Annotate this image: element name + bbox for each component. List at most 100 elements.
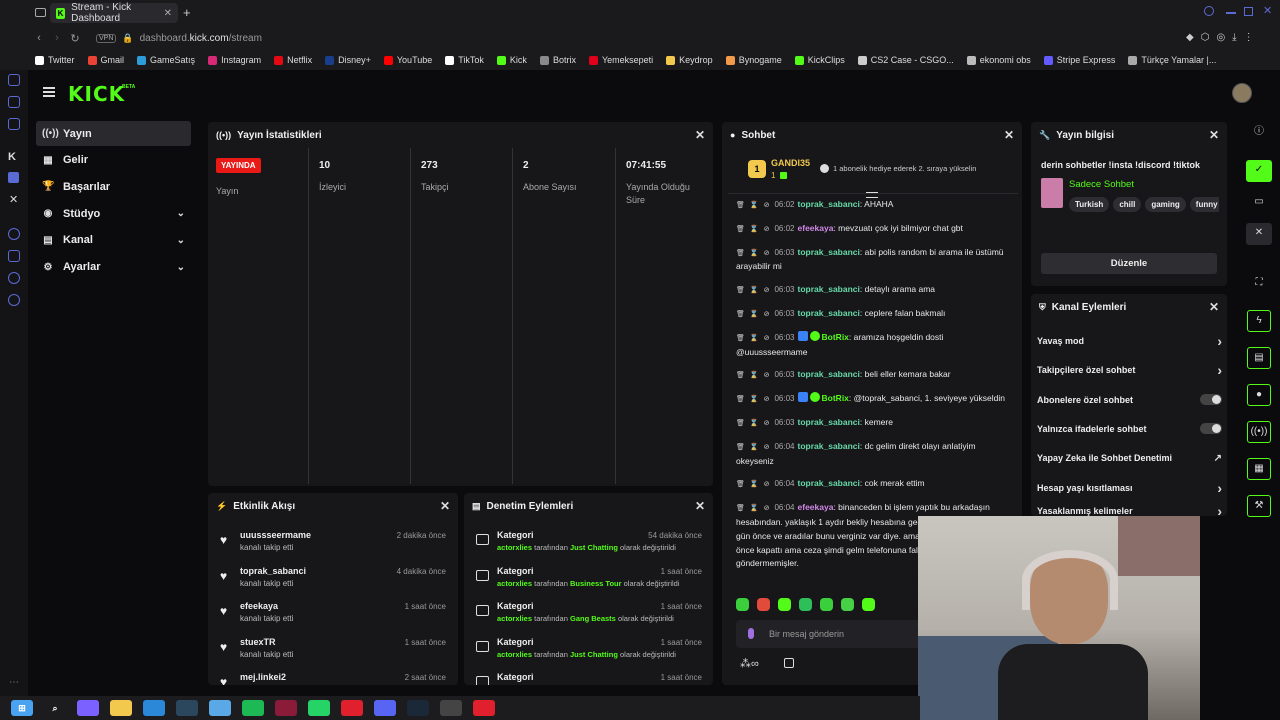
chat-username[interactable]: toprak_sabanci <box>798 369 860 379</box>
chevron-down-icon[interactable]: ⌄ <box>177 235 185 246</box>
tag-chip[interactable]: funny <box>1189 197 1219 212</box>
chat-username[interactable]: toprak_sabanci <box>798 247 860 257</box>
bookmark-item[interactable]: GameSatış <box>137 55 195 65</box>
channel-action-item[interactable]: Takipçilere özel sohbet › <box>1037 360 1222 380</box>
bookmark-item[interactable]: Stripe Express <box>1043 55 1115 65</box>
emote-icon[interactable] <box>799 598 812 611</box>
ban-icon[interactable]: ⊘ <box>764 444 770 451</box>
timeout-icon[interactable]: ⌛ <box>750 202 759 209</box>
emote-icon[interactable] <box>820 598 833 611</box>
activity-user[interactable]: uuussseermame <box>240 530 311 540</box>
moderation-actor[interactable]: actorxlies <box>497 650 532 659</box>
ban-icon[interactable]: ⊘ <box>764 311 770 318</box>
timeout-icon[interactable]: ⌛ <box>750 396 759 403</box>
tag-chip[interactable]: gaming <box>1145 197 1186 212</box>
chat-username[interactable]: BotRix <box>822 393 849 403</box>
timeout-icon[interactable]: ⌛ <box>750 372 759 379</box>
kick-logo[interactable]: KICK <box>68 82 125 106</box>
bookmark-item[interactable]: Gmail <box>87 55 124 65</box>
layout-icon[interactable]: ▭ <box>1249 192 1269 212</box>
obs-icon[interactable] <box>440 700 462 716</box>
delete-icon[interactable]: 🗑 <box>736 250 745 257</box>
close-window-icon[interactable]: ✕ <box>1263 4 1272 17</box>
sidebar-kick-icon[interactable]: K <box>8 151 16 163</box>
app-icon[interactable] <box>209 700 231 716</box>
store-icon[interactable] <box>143 700 165 716</box>
ban-icon[interactable]: ⊘ <box>764 420 770 427</box>
delete-icon[interactable]: 🗑 <box>736 372 745 379</box>
delete-icon[interactable]: 🗑 <box>736 335 745 342</box>
menu-icon[interactable] <box>43 87 55 97</box>
timeout-icon[interactable]: ⌛ <box>750 311 759 318</box>
sidebar-app-icon[interactable] <box>8 96 20 108</box>
bookmark-item[interactable]: Netflix <box>274 55 312 65</box>
emote-icon[interactable] <box>757 598 770 611</box>
channel-action-item[interactable]: Abonelere özel sohbet <box>1037 390 1222 410</box>
sidebar-app-icon[interactable] <box>8 74 20 86</box>
chat-username[interactable]: toprak_sabanci <box>798 417 860 427</box>
bookmark-item[interactable]: Kick <box>496 55 527 65</box>
close-icon[interactable]: ✕ <box>1209 300 1219 314</box>
tab-kick-dashboard[interactable]: K Stream - Kick Dashboard ✕ <box>50 2 178 24</box>
chevron-right-icon[interactable]: › <box>1217 480 1222 496</box>
new-tab-button[interactable]: + <box>183 5 191 20</box>
app-icon[interactable] <box>473 700 495 716</box>
bookmark-item[interactable]: Keydrop <box>666 55 713 65</box>
menu-icon[interactable]: ⋮ <box>1244 32 1254 43</box>
moderation-target[interactable]: Gang Beasts <box>570 614 616 623</box>
timeout-icon[interactable]: ⌛ <box>750 420 759 427</box>
activity-user[interactable]: toprak_sabanci <box>240 566 306 576</box>
lock-icon[interactable]: 🔒 <box>122 33 133 44</box>
whatsapp-icon[interactable] <box>308 700 330 716</box>
channel-action-item[interactable]: Yavaş mod › <box>1037 331 1222 351</box>
search-icon[interactable] <box>1204 6 1214 16</box>
nav-item-1[interactable]: ▦ Gelir <box>36 148 191 173</box>
url-text[interactable]: dashboard.kick.com/stream <box>140 33 262 44</box>
ban-icon[interactable]: ⊘ <box>764 202 770 209</box>
delete-icon[interactable]: 🗑 <box>736 287 745 294</box>
chat-username[interactable]: toprak_sabanci <box>798 199 860 209</box>
moderation-actor[interactable]: actorxlies <box>497 543 532 552</box>
infinity-icon[interactable]: ⁂∞ <box>740 657 759 670</box>
bookmark-item[interactable]: CS2 Case - CSGO... <box>857 55 954 65</box>
search-icon[interactable]: ⌕ <box>44 700 66 716</box>
broadcast-icon[interactable]: ((•)) <box>1247 421 1271 443</box>
chevron-right-icon[interactable]: › <box>1217 333 1222 349</box>
extension-icon[interactable]: ⬡ <box>1201 32 1210 43</box>
bookmark-item[interactable]: Instagram <box>208 55 261 65</box>
bookmark-item[interactable]: Disney+ <box>325 55 371 65</box>
chevron-right-icon[interactable]: › <box>1217 362 1222 378</box>
windows-start-icon[interactable]: ⊞ <box>11 700 33 716</box>
tag-chip[interactable]: chill <box>1113 197 1142 212</box>
timeout-icon[interactable]: ⌛ <box>750 287 759 294</box>
maximize-icon[interactable] <box>1244 7 1253 16</box>
spotify-icon[interactable] <box>242 700 264 716</box>
channel-action-item[interactable]: Hesap yaşı kısıtlaması › <box>1037 478 1222 498</box>
sidebar-app-icon[interactable] <box>8 250 20 262</box>
steam-icon[interactable] <box>176 700 198 716</box>
info-icon[interactable]: ⓘ <box>1249 122 1269 142</box>
mic-icon[interactable] <box>748 628 754 639</box>
emote-icon[interactable] <box>862 598 875 611</box>
channel-action-item[interactable]: Yasaklanmış kelimeler › <box>1037 507 1222 516</box>
timeout-icon[interactable]: ⌛ <box>750 226 759 233</box>
download-icon[interactable]: ⤓ <box>1232 32 1236 43</box>
sidebar-x-icon[interactable]: ✕ <box>9 193 18 206</box>
ban-icon[interactable]: ⊘ <box>764 505 770 512</box>
close-panel-button[interactable]: ✕ <box>1246 223 1272 245</box>
bookmark-item[interactable]: Twitter <box>35 55 75 65</box>
delete-icon[interactable]: 🗑 <box>736 420 745 427</box>
ban-icon[interactable]: ⊘ <box>764 287 770 294</box>
delete-icon[interactable]: 🗑 <box>736 226 745 233</box>
file-explorer-icon[interactable] <box>110 700 132 716</box>
nav-item-2[interactable]: 🏆 Başarılar <box>36 174 191 199</box>
more-icon[interactable]: ⋯ <box>9 677 19 688</box>
moderation-actor[interactable]: actorxlies <box>497 579 532 588</box>
discord-icon[interactable] <box>374 700 396 716</box>
url-field[interactable]: VPN 🔒 dashboard.kick.com/stream <box>96 33 262 44</box>
bookmark-item[interactable]: Bynogame <box>725 55 782 65</box>
chat-icon[interactable]: ● <box>1247 384 1271 406</box>
close-icon[interactable]: ✕ <box>1004 128 1014 142</box>
tab-manager-icon[interactable] <box>35 8 46 17</box>
settings-icon[interactable] <box>8 294 20 306</box>
